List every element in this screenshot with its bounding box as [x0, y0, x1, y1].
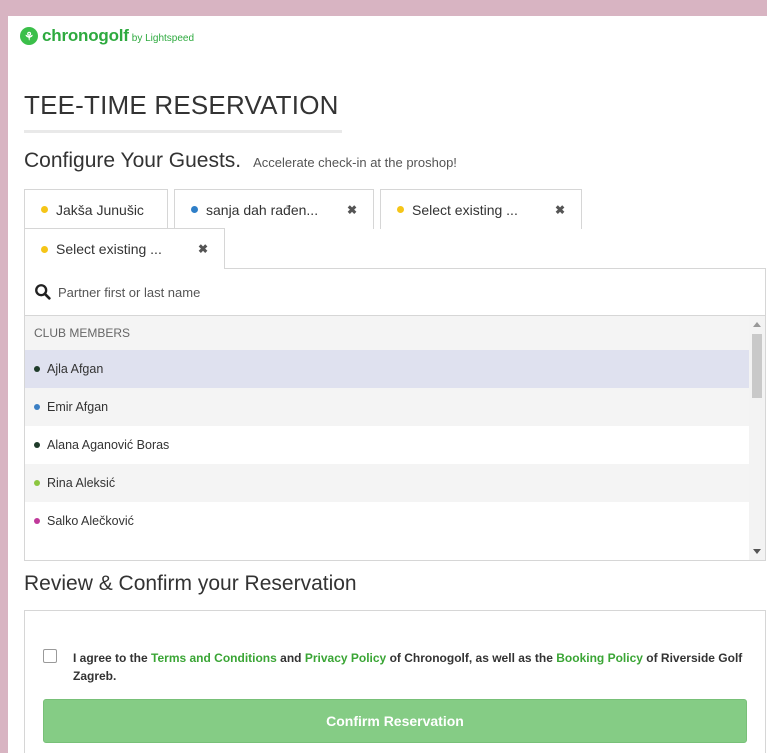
search-bar	[25, 269, 765, 316]
booking-policy-link[interactable]: Booking Policy	[556, 651, 643, 665]
guest-tab-2[interactable]: sanja dah rađen... ✖	[174, 189, 374, 229]
members-scrollbar[interactable]	[749, 316, 765, 560]
title-divider	[24, 130, 342, 133]
partner-search-panel: CLUB MEMBERS Ajla Afgan Emir Afgan Alana…	[24, 268, 766, 561]
member-row[interactable]: Ajla Afgan	[25, 350, 749, 388]
close-icon[interactable]: ✖	[555, 203, 565, 217]
member-name: Salko Alečković	[47, 514, 134, 528]
members-list-header: CLUB MEMBERS	[25, 316, 749, 350]
terms-link[interactable]: Terms and Conditions	[151, 651, 277, 665]
privacy-policy-link[interactable]: Privacy Policy	[305, 651, 386, 665]
guest-tab-1[interactable]: Jakša Junušic	[24, 189, 168, 229]
search-icon	[35, 284, 51, 300]
member-name: Alana Aganović Boras	[47, 438, 170, 452]
guest-color-dot	[41, 206, 48, 213]
member-row[interactable]: Rina Aleksić	[25, 464, 749, 502]
member-name: Ajla Afgan	[47, 362, 104, 376]
brand-name: chronogolf	[42, 26, 129, 45]
members-list: CLUB MEMBERS Ajla Afgan Emir Afgan Alana…	[25, 316, 749, 560]
member-color-dot	[34, 404, 40, 410]
agreement-text: I agree to the Terms and Conditions and …	[73, 649, 753, 685]
member-color-dot	[34, 442, 40, 448]
guest-tab-4[interactable]: Select existing ... ✖	[24, 228, 225, 269]
member-color-dot	[34, 366, 40, 372]
review-heading: Review & Confirm your Reservation	[24, 572, 357, 595]
guests-subheading: Accelerate check-in at the proshop!	[253, 155, 457, 170]
agree-text-part: I agree to the	[73, 651, 152, 665]
member-color-dot	[34, 480, 40, 486]
guests-heading: Configure Your Guests.	[24, 149, 242, 172]
reservation-page: ⚘ chronogolf by Lightspeed TEE-TIME RESE…	[8, 16, 767, 753]
guests-section-heading: Configure Your Guests. Accelerate check-…	[24, 149, 457, 173]
agree-text-part: and	[276, 651, 305, 665]
guest-color-dot	[191, 206, 198, 213]
scroll-down-arrow-icon[interactable]	[753, 549, 761, 554]
member-row[interactable]: Alana Aganović Boras	[25, 426, 749, 464]
page-title: TEE-TIME RESERVATION	[24, 90, 339, 120]
member-row[interactable]: Salko Alečković	[25, 502, 749, 540]
guest-tab-label: Select existing ...	[412, 201, 518, 218]
guest-tab-3[interactable]: Select existing ... ✖	[380, 189, 582, 229]
scroll-up-arrow-icon[interactable]	[753, 322, 761, 327]
member-name: Emir Afgan	[47, 400, 109, 414]
chronogolf-logo[interactable]: ⚘ chronogolf by Lightspeed	[20, 26, 194, 46]
guest-tab-label: Jakša Junušic	[56, 201, 144, 218]
agree-checkbox[interactable]	[43, 649, 57, 663]
partner-search-input[interactable]	[56, 283, 660, 301]
brand-by: by Lightspeed	[131, 33, 195, 44]
close-icon[interactable]: ✖	[198, 242, 208, 256]
guest-tab-label: Select existing ...	[56, 241, 162, 257]
member-name: Rina Aleksić	[47, 476, 116, 490]
agree-text-part: of Chronogolf, as well as the	[386, 651, 557, 665]
confirm-reservation-button[interactable]: Confirm Reservation	[43, 699, 747, 743]
guest-color-dot	[397, 206, 404, 213]
close-icon[interactable]: ✖	[347, 203, 357, 217]
golf-ball-icon: ⚘	[20, 27, 38, 45]
guest-tab-label: sanja dah rađen...	[206, 201, 319, 218]
member-row[interactable]: Emir Afgan	[25, 388, 749, 426]
member-color-dot	[34, 518, 40, 524]
scrollbar-thumb[interactable]	[752, 334, 762, 398]
guest-color-dot	[41, 245, 48, 253]
agreement-box: I agree to the Terms and Conditions and …	[24, 610, 766, 753]
